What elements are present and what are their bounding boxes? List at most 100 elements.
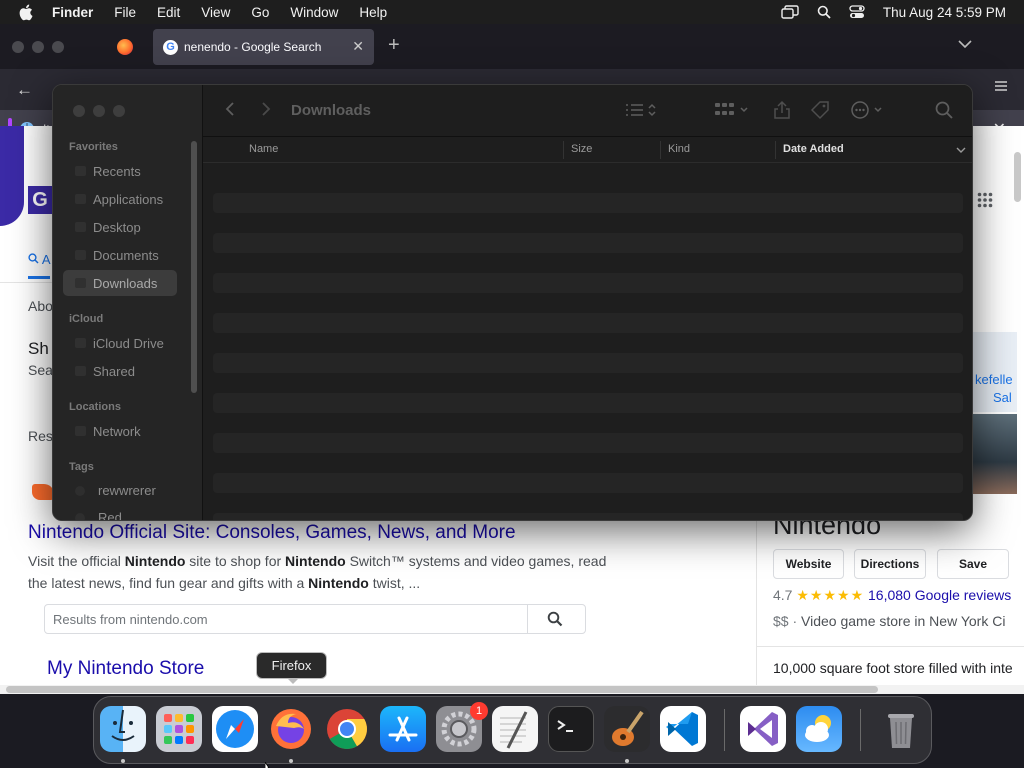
sidebar-item-desktop[interactable]: Desktop bbox=[63, 214, 177, 240]
sidebar-item-shared[interactable]: Shared bbox=[63, 358, 177, 384]
column-divider[interactable] bbox=[775, 141, 776, 159]
finder-window-title: Downloads bbox=[291, 102, 372, 119]
column-date-added[interactable]: Date Added bbox=[783, 143, 844, 155]
garageband-dock-icon[interactable] bbox=[604, 706, 650, 752]
tab-all[interactable]: A bbox=[28, 252, 51, 267]
chrome-dock-icon[interactable] bbox=[324, 706, 370, 752]
sidebar-item-documents[interactable]: Documents bbox=[63, 242, 177, 268]
result-title-link[interactable]: Nintendo Official Site: Consoles, Games,… bbox=[28, 522, 516, 544]
column-name[interactable]: Name bbox=[249, 143, 278, 155]
list-all-tabs-icon[interactable] bbox=[958, 37, 972, 52]
shared-folder-icon bbox=[75, 366, 86, 376]
vscode-dock-icon[interactable] bbox=[660, 706, 706, 752]
sidebar-tag-rewwrerer[interactable]: rewwrerer bbox=[75, 483, 156, 498]
weather-dock-icon[interactable] bbox=[796, 706, 842, 752]
trash-dock-icon[interactable] bbox=[878, 706, 924, 752]
website-button[interactable]: Website bbox=[773, 549, 844, 579]
google-logo[interactable]: G bbox=[28, 186, 52, 214]
firefox-window-controls bbox=[12, 41, 64, 53]
file-row-placeholder bbox=[213, 193, 963, 213]
back-chevron-icon[interactable] bbox=[225, 101, 235, 122]
sidebar-item-applications[interactable]: Applications bbox=[63, 186, 177, 212]
close-tab-icon[interactable]: ✕ bbox=[352, 38, 364, 55]
menu-window[interactable]: Window bbox=[290, 5, 338, 20]
sidebar-item-network[interactable]: Network bbox=[63, 418, 177, 444]
firefox-dock-icon[interactable] bbox=[268, 706, 314, 752]
site-search-box[interactable]: Results from nintendo.com bbox=[44, 604, 586, 634]
menu-app-name[interactable]: Finder bbox=[52, 5, 93, 20]
sidebar-item-icloud-drive[interactable]: iCloud Drive bbox=[63, 330, 177, 356]
file-list[interactable] bbox=[203, 163, 972, 520]
sidebar-tag-red[interactable]: Red bbox=[75, 510, 122, 520]
store-photo[interactable] bbox=[973, 414, 1017, 494]
finder-close-button[interactable] bbox=[73, 105, 85, 117]
menu-view[interactable]: View bbox=[201, 5, 230, 20]
visual-studio-dock-icon[interactable] bbox=[740, 706, 786, 752]
sidebar-item-recents[interactable]: Recents bbox=[63, 158, 177, 184]
menu-edit[interactable]: Edit bbox=[157, 5, 180, 20]
apple-menu-icon[interactable] bbox=[18, 4, 36, 21]
site-search-placeholder[interactable]: Results from nintendo.com bbox=[53, 612, 208, 627]
directions-button[interactable]: Directions bbox=[854, 549, 926, 579]
sitelink-my-nintendo-store[interactable]: My Nintendo Store bbox=[47, 658, 204, 680]
google-apps-icon[interactable] bbox=[977, 192, 993, 211]
back-arrow-icon[interactable]: ← bbox=[16, 80, 33, 100]
minimize-window-button[interactable] bbox=[32, 41, 44, 53]
group-by-icon[interactable] bbox=[714, 100, 750, 123]
finder-minimize-button[interactable] bbox=[93, 105, 105, 117]
app-menu-icon[interactable] bbox=[994, 80, 1008, 95]
desktop-icon bbox=[75, 222, 86, 232]
column-kind[interactable]: Kind bbox=[668, 143, 690, 155]
forward-chevron-icon[interactable] bbox=[261, 101, 271, 122]
launchpad-dock-icon[interactable] bbox=[156, 706, 202, 752]
textedit-dock-icon[interactable] bbox=[492, 706, 538, 752]
sort-chevron-down-icon[interactable] bbox=[956, 145, 966, 157]
column-size[interactable]: Size bbox=[571, 143, 592, 155]
list-view-icon[interactable] bbox=[624, 100, 660, 123]
menu-file[interactable]: File bbox=[114, 5, 136, 20]
spotlight-search-icon[interactable] bbox=[817, 5, 831, 19]
tag-dot-icon bbox=[75, 512, 85, 520]
firefox-view-icon[interactable] bbox=[117, 39, 133, 55]
screen-mirroring-icon[interactable] bbox=[781, 5, 799, 19]
tag-icon[interactable] bbox=[809, 100, 831, 123]
search-icon bbox=[28, 253, 39, 264]
reviews-link[interactable]: 16,080 Google reviews bbox=[868, 587, 1011, 603]
terminal-dock-icon[interactable] bbox=[548, 706, 594, 752]
sidebar-item-downloads[interactable]: Downloads bbox=[63, 270, 177, 296]
tab-title: nenendo - Google Search bbox=[184, 40, 322, 54]
zoom-window-button[interactable] bbox=[52, 41, 64, 53]
more-actions-icon[interactable] bbox=[850, 100, 888, 123]
dock: 1 bbox=[93, 696, 932, 764]
horizontal-scrollbar-thumb[interactable] bbox=[6, 686, 878, 693]
search-icon[interactable] bbox=[935, 100, 953, 123]
safari-dock-icon[interactable] bbox=[212, 706, 258, 752]
column-divider[interactable] bbox=[660, 141, 661, 159]
tab-google-search[interactable]: G nenendo - Google Search ✕ bbox=[153, 29, 374, 65]
control-center-icon[interactable] bbox=[849, 5, 865, 19]
system-settings-dock-icon[interactable]: 1 bbox=[436, 702, 488, 752]
vertical-scrollbar[interactable] bbox=[1014, 152, 1021, 202]
dock-divider bbox=[860, 709, 861, 751]
new-tab-button[interactable]: + bbox=[388, 34, 400, 57]
horizontal-scrollbar[interactable] bbox=[0, 685, 1024, 694]
close-window-button[interactable] bbox=[12, 41, 24, 53]
mouse-cursor-icon bbox=[264, 759, 274, 768]
finder-dock-icon[interactable] bbox=[100, 706, 146, 752]
save-button[interactable]: Save bbox=[937, 549, 1009, 579]
app-store-dock-icon[interactable] bbox=[380, 706, 426, 752]
results-label-fragment: Res bbox=[28, 428, 53, 444]
menu-go[interactable]: Go bbox=[251, 5, 269, 20]
menu-bar: Finder File Edit View Go Window Help Thu… bbox=[0, 0, 1024, 24]
column-divider[interactable] bbox=[563, 141, 564, 159]
site-search-icon[interactable] bbox=[547, 611, 563, 630]
dock-divider bbox=[724, 709, 725, 751]
sidebar-scrollbar[interactable] bbox=[191, 141, 197, 393]
file-row-placeholder bbox=[213, 313, 963, 333]
share-icon[interactable] bbox=[773, 100, 791, 123]
location-map[interactable]: kefelle Sal bbox=[973, 332, 1017, 412]
tab-all-label: A bbox=[41, 252, 51, 267]
menu-help[interactable]: Help bbox=[359, 5, 387, 20]
finder-zoom-button[interactable] bbox=[113, 105, 125, 117]
menubar-clock[interactable]: Thu Aug 24 5:59 PM bbox=[883, 5, 1006, 20]
